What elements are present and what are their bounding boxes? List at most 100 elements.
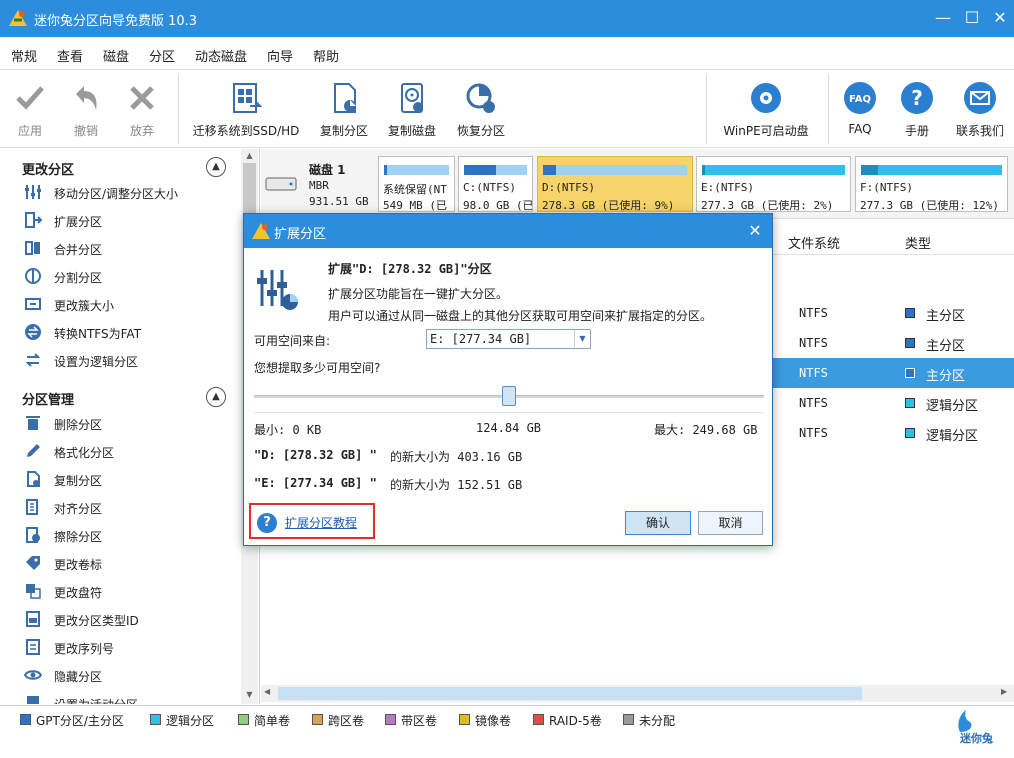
usage-bar bbox=[543, 165, 687, 175]
collapse-icon[interactable]: ▲ bbox=[206, 387, 226, 407]
help-question-icon: ? bbox=[901, 82, 933, 114]
sidebar-item-change-label[interactable]: 更改卷标 bbox=[22, 551, 232, 577]
maximize-icon[interactable]: ☐ bbox=[959, 6, 985, 30]
help-question-icon[interactable]: ? bbox=[257, 513, 277, 533]
manual-button[interactable]: ? 手册 bbox=[894, 80, 940, 144]
disk-1-label[interactable]: 磁盘 1 MBR 931.51 GB bbox=[265, 155, 375, 213]
split-partition-icon bbox=[25, 268, 41, 284]
column-header-filesystem[interactable]: 文件系统 bbox=[788, 233, 840, 252]
menu-dynamic-disk[interactable]: 动态磁盘 bbox=[195, 46, 247, 65]
brand-logo: 迷你兔 bbox=[950, 708, 1006, 748]
sidebar-item-set-active[interactable]: 设置为活动分区 bbox=[22, 691, 232, 704]
partition-size: 98.0 GB (已 bbox=[463, 199, 533, 212]
brand-name: 迷你兔 bbox=[960, 732, 993, 745]
winpe-bootable-button[interactable]: WinPE可启动盘 bbox=[716, 80, 816, 144]
horizontal-scrollbar[interactable]: ◀ ▶ bbox=[261, 685, 1014, 702]
scroll-down-icon[interactable]: ▼ bbox=[241, 688, 258, 702]
cancel-button[interactable]: 取消 bbox=[698, 511, 763, 535]
mid-size-label: 124.84 GB bbox=[476, 421, 542, 435]
partition-size: 277.3 GB (已使用: 12%) bbox=[860, 199, 999, 212]
undo-button[interactable]: 撤销 bbox=[62, 80, 110, 144]
column-header-type[interactable]: 类型 bbox=[905, 233, 931, 252]
menu-help[interactable]: 帮助 bbox=[313, 46, 339, 65]
sidebar-item-cluster-size[interactable]: 更改簇大小 bbox=[22, 292, 232, 318]
sidebar-item-merge[interactable]: 合并分区 bbox=[22, 236, 232, 262]
collapse-icon[interactable]: ▲ bbox=[206, 157, 226, 177]
row-type: 主分区 bbox=[926, 339, 966, 354]
sidebar-item-align[interactable]: 对齐分区 bbox=[22, 495, 232, 521]
partition-f[interactable]: F:(NTFS) 277.3 GB (已使用: 12%) bbox=[855, 156, 1008, 212]
faq-button[interactable]: FAQ FAQ bbox=[838, 80, 882, 144]
toolbar-separator bbox=[828, 74, 829, 144]
horizontal-scroll-thumb[interactable] bbox=[278, 687, 862, 700]
partition-e[interactable]: E:(NTFS) 277.3 GB (已使用: 2%) bbox=[696, 156, 851, 212]
sidebar-item-split[interactable]: 分割分区 bbox=[22, 264, 232, 290]
partition-name: C:(NTFS) bbox=[463, 181, 516, 194]
hide-eye-icon bbox=[24, 670, 42, 680]
sidebar-item-change-serial[interactable]: 更改序列号 bbox=[22, 635, 232, 661]
menu-wizard[interactable]: 向导 bbox=[267, 46, 293, 65]
sidebar-item-change-type-id[interactable]: 更改分区类型ID bbox=[22, 607, 232, 633]
menu-view[interactable]: 查看 bbox=[57, 46, 83, 65]
tutorial-link[interactable]: 扩展分区教程 bbox=[285, 514, 357, 531]
scroll-up-icon[interactable]: ▲ bbox=[241, 149, 258, 163]
legend-label: 带区卷 bbox=[401, 714, 438, 728]
title-bar: 迷你兔分区向导免费版 10.3 — ☐ ✕ bbox=[0, 0, 1014, 37]
space-slider-thumb[interactable] bbox=[502, 386, 516, 406]
usage-fill bbox=[543, 165, 556, 175]
convert-icon bbox=[25, 324, 41, 340]
partition-system-reserved[interactable]: 系统保留(NT 549 MB (已 bbox=[378, 156, 455, 212]
migrate-os-button[interactable]: 迁移系统到SSD/HD bbox=[190, 80, 302, 144]
ok-button[interactable]: 确认 bbox=[625, 511, 691, 535]
extend-partition-dialog: 扩展分区 ✕ 扩展"D: [278.32 GB]"分区 扩展分区功能旨在一键扩大… bbox=[243, 213, 773, 546]
scroll-left-icon[interactable]: ◀ bbox=[264, 687, 270, 696]
dialog-description-1: 扩展分区功能旨在一键扩大分区。 bbox=[328, 287, 509, 301]
source-partition-select[interactable]: E: [277.34 GB] ▼ bbox=[426, 329, 591, 349]
type-swatch bbox=[905, 398, 915, 408]
menu-general[interactable]: 常规 bbox=[11, 46, 37, 65]
copy-partition-button[interactable]: 复制分区 bbox=[312, 80, 376, 144]
copy-partition-icon bbox=[334, 83, 356, 113]
chevron-down-icon[interactable]: ▼ bbox=[574, 330, 590, 348]
usage-fill bbox=[464, 165, 496, 175]
recover-partition-button[interactable]: 恢复分区 bbox=[450, 80, 512, 144]
sidebar-item-delete[interactable]: 删除分区 bbox=[22, 411, 232, 437]
sidebar-item-set-logical[interactable]: 设置为逻辑分区 bbox=[22, 348, 232, 374]
apply-button[interactable]: 应用 bbox=[6, 80, 54, 144]
partition-d[interactable]: D:(NTFS) 278.3 GB (已使用: 9%) bbox=[537, 156, 693, 212]
sidebar-item-move-resize[interactable]: 移动分区/调整分区大小 bbox=[22, 180, 232, 206]
sidebar-item-wipe[interactable]: 擦除分区 bbox=[22, 523, 232, 549]
sidebar-item-hide[interactable]: 隐藏分区 bbox=[22, 663, 232, 689]
scroll-right-icon[interactable]: ▶ bbox=[1001, 687, 1007, 696]
usage-bar bbox=[702, 165, 845, 175]
sidebar: 更改分区 ▲ 移动分区/调整分区大小 扩展分区 合并分区 分割分区 更改簇大小 … bbox=[0, 149, 260, 704]
legend-bar: GPT分区/主分区 逻辑分区 简单卷 跨区卷 带区卷 镜像卷 RAID-5卷 未… bbox=[0, 705, 1014, 758]
label-tag-icon bbox=[26, 556, 40, 570]
copy-disk-icon bbox=[401, 83, 423, 113]
usage-bar bbox=[384, 165, 449, 175]
menu-disk[interactable]: 磁盘 bbox=[103, 46, 129, 65]
sidebar-item-change-letter[interactable]: 更改盘符 bbox=[22, 579, 232, 605]
menu-partition[interactable]: 分区 bbox=[149, 46, 175, 65]
row-filesystem: NTFS bbox=[799, 396, 828, 410]
close-icon[interactable]: ✕ bbox=[987, 6, 1013, 30]
dialog-close-icon[interactable]: ✕ bbox=[744, 220, 766, 242]
align-icon bbox=[26, 499, 38, 515]
minimize-icon[interactable]: — bbox=[930, 6, 956, 30]
legend-swatch bbox=[623, 714, 634, 725]
sidebar-item-format[interactable]: 格式化分区 bbox=[22, 439, 232, 465]
extend-partition-icon bbox=[25, 212, 42, 228]
contact-us-button[interactable]: 联系我们 bbox=[950, 80, 1010, 144]
partition-c[interactable]: C:(NTFS) 98.0 GB (已 bbox=[458, 156, 533, 212]
sidebar-item-convert-ntfs-fat[interactable]: 转换NTFS为FAT bbox=[22, 320, 232, 346]
row-type: 逻辑分区 bbox=[926, 399, 979, 414]
copy-disk-button[interactable]: 复制磁盘 bbox=[382, 80, 442, 144]
partition-name: 系统保留(NT bbox=[383, 183, 447, 196]
discard-button[interactable]: 放弃 bbox=[118, 80, 166, 144]
legend-label: 跨区卷 bbox=[328, 714, 365, 728]
discard-x-icon bbox=[130, 86, 154, 110]
sidebar-item-copy[interactable]: 复制分区 bbox=[22, 467, 232, 493]
undo-icon bbox=[76, 86, 97, 110]
sidebar-item-extend[interactable]: 扩展分区 bbox=[22, 208, 232, 234]
extend-partition-icon bbox=[257, 270, 298, 310]
